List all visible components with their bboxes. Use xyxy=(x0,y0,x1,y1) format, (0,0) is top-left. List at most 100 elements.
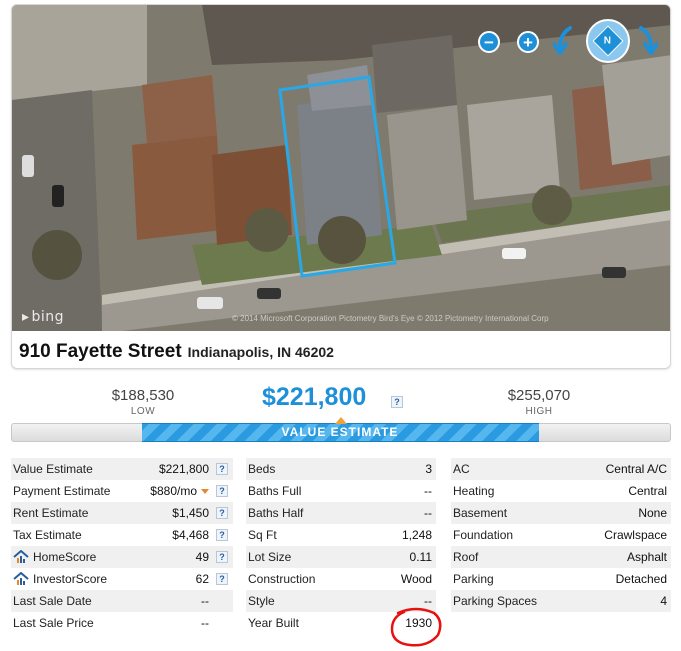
table-row: Sq Ft 1,248 xyxy=(246,524,436,546)
payment-estimate-dropdown[interactable]: $880/mo xyxy=(150,480,209,502)
row-label: Construction xyxy=(248,572,316,586)
help-button[interactable]: ? xyxy=(216,573,228,585)
help-button[interactable]: ? xyxy=(216,529,228,541)
table-row: Basement None xyxy=(451,502,671,524)
investor-score-label: InvestorScore xyxy=(33,572,108,586)
row-label: AC xyxy=(453,462,470,476)
table-row: Tax Estimate $4,468 ? xyxy=(11,524,233,546)
table-row: Year Built 1930 xyxy=(246,612,436,634)
row-label: Style xyxy=(248,594,275,608)
row-label: Parking Spaces xyxy=(453,594,538,608)
street-address: 910 Fayette Street xyxy=(19,341,182,362)
row-value: Wood xyxy=(400,572,432,586)
row-value: 4 xyxy=(660,594,667,608)
row-label: Parking xyxy=(453,572,494,586)
table-row: Baths Half -- xyxy=(246,502,436,524)
plus-icon: + xyxy=(523,32,533,52)
zoom-out-button[interactable]: − xyxy=(478,31,500,53)
row-label: Roof xyxy=(453,550,479,564)
high-estimate-value: $255,070 xyxy=(507,387,571,404)
row-label: InvestorScore xyxy=(13,568,107,590)
caret-down-icon xyxy=(201,489,209,494)
row-label: Sq Ft xyxy=(248,528,277,542)
row-value: None xyxy=(638,506,667,520)
rotate-right-button[interactable] xyxy=(636,25,659,60)
low-estimate-label: LOW xyxy=(130,406,156,417)
row-value: $1,450 xyxy=(172,506,209,520)
home-score-icon xyxy=(13,550,29,563)
help-button[interactable]: ? xyxy=(216,551,228,563)
row-value: $4,468 xyxy=(172,528,209,542)
table-row: Lot Size 0.11 xyxy=(246,546,436,568)
row-value: Central A/C xyxy=(605,462,667,476)
rotate-left-arrow-icon xyxy=(552,26,572,55)
city-state-zip: Indianapolis, IN 46202 xyxy=(187,344,334,360)
row-value: -- xyxy=(424,484,432,498)
row-label: Last Sale Price xyxy=(13,616,94,630)
map-copyright: © 2014 Microsoft Corporation Pictometry … xyxy=(232,314,549,323)
row-value: Central xyxy=(628,484,667,498)
compass-icon: N xyxy=(592,25,624,57)
row-value: 3 xyxy=(425,462,432,476)
table-row: InvestorScore 62 ? xyxy=(11,568,233,590)
home-score-label: HomeScore xyxy=(33,550,97,564)
compass-control[interactable]: N xyxy=(586,19,630,63)
financial-details-table: Value Estimate $221,800 ? Payment Estima… xyxy=(11,458,233,634)
row-value: 1,248 xyxy=(401,528,432,542)
row-label: Tax Estimate xyxy=(13,528,82,542)
row-label: Payment Estimate xyxy=(13,484,111,498)
minus-icon: − xyxy=(484,32,494,52)
row-label: Year Built xyxy=(248,616,299,630)
high-estimate-label: HIGH xyxy=(525,406,553,417)
low-estimate-value: $188,530 xyxy=(111,387,175,404)
row-value: -- xyxy=(201,616,209,630)
table-row: AC Central A/C xyxy=(451,458,671,480)
table-row: HomeScore 49 ? xyxy=(11,546,233,568)
row-value: $880/mo xyxy=(150,484,197,498)
row-label: Baths Half xyxy=(248,506,304,520)
table-row: Roof Asphalt xyxy=(451,546,671,568)
rotate-right-arrow-icon xyxy=(639,26,659,55)
row-value: -- xyxy=(424,506,432,520)
row-value: -- xyxy=(424,594,432,608)
table-row: Rent Estimate $1,450 ? xyxy=(11,502,233,524)
table-row: Value Estimate $221,800 ? xyxy=(11,458,233,480)
table-row: Style -- xyxy=(246,590,436,612)
property-card: ▸ bing © 2014 Microsoft Corporation Picto… xyxy=(11,4,671,369)
value-estimate-amount: $221,800 xyxy=(262,383,367,411)
features-details-table: AC Central A/C Heating Central Basement Non… xyxy=(451,458,671,612)
table-row: Last Sale Date -- xyxy=(11,590,233,612)
table-row: Beds 3 xyxy=(246,458,436,480)
bing-logo-icon: ▸ xyxy=(22,309,30,325)
row-label: Baths Full xyxy=(248,484,302,498)
row-value: 62 xyxy=(195,572,209,586)
property-address: 910 Fayette Street Indianapolis, IN 46202 xyxy=(19,341,334,363)
estimate-range-label: VALUE ESTIMATE xyxy=(281,425,399,439)
row-value: Asphalt xyxy=(626,550,667,564)
investor-score-icon xyxy=(13,572,29,585)
year-built-value: 1930 xyxy=(405,616,432,630)
row-label: Lot Size xyxy=(248,550,292,564)
help-button[interactable]: ? xyxy=(216,463,228,475)
help-button[interactable]: ? xyxy=(216,485,228,497)
row-label: Rent Estimate xyxy=(13,506,89,520)
table-row: Parking Spaces 4 xyxy=(451,590,671,612)
row-label: HomeScore xyxy=(13,546,96,568)
table-row: Heating Central xyxy=(451,480,671,502)
map-provider-logo: ▸ bing xyxy=(22,309,64,325)
table-row: Baths Full -- xyxy=(246,480,436,502)
table-row: Last Sale Price -- xyxy=(11,612,233,634)
structure-details-table: Beds 3 Baths Full -- Baths Half -- Sq Ft 1,2… xyxy=(246,458,436,634)
table-row: Parking Detached xyxy=(451,568,671,590)
compass-north-label: N xyxy=(604,35,612,47)
rotate-left-button[interactable] xyxy=(552,25,575,60)
row-value: $221,800 xyxy=(158,462,209,476)
help-button[interactable]: ? xyxy=(216,507,228,519)
row-label: Foundation xyxy=(453,528,514,542)
row-label: Last Sale Date xyxy=(13,594,92,608)
value-estimate-help-button[interactable]: ? xyxy=(391,396,403,408)
row-value: Detached xyxy=(615,572,667,586)
row-value: 0.11 xyxy=(409,550,432,564)
zoom-in-button[interactable]: + xyxy=(517,31,539,53)
row-value: 49 xyxy=(195,550,209,564)
